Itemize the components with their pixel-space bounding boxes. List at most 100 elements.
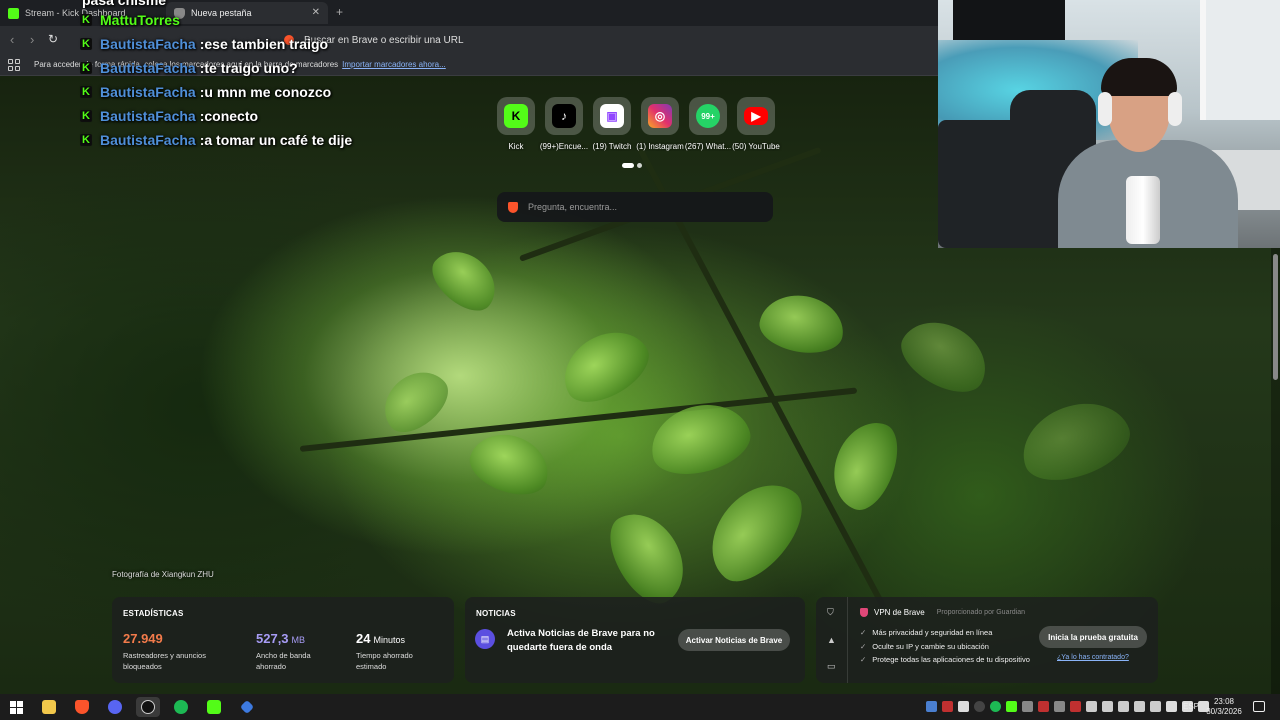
kick-badge-icon: K (80, 38, 92, 50)
windows-start-icon[interactable] (4, 697, 28, 717)
stats-title: ESTADÍSTICAS (123, 609, 184, 618)
search-box[interactable]: Pregunta, encuentra... (497, 192, 773, 222)
kick-badge-icon: K (80, 110, 92, 122)
check-icon: ✓ (860, 641, 867, 651)
stream-chat-overlay: pasa chisme K MattuTorres K BautistaFach… (80, 0, 352, 152)
chat-message: K BautistaFacha : ese tambien traigo (80, 32, 352, 56)
twitch-icon: ▣ (600, 104, 624, 128)
tray-app-icon[interactable] (1150, 701, 1161, 712)
spotify-tray-icon[interactable] (990, 701, 1001, 712)
file-explorer-icon[interactable] (37, 697, 61, 717)
kick-badge-icon: K (80, 62, 92, 74)
chat-text: ese tambien traigo (204, 36, 329, 52)
app-icon[interactable] (235, 697, 259, 717)
shortcut-twitch[interactable]: ▣ (19) Twitch (592, 97, 632, 151)
chat-text: a tomar un café te dije (204, 132, 353, 148)
vpn-feature-text: Más privacidad y seguridad en línea (872, 628, 993, 637)
chat-text: te traigo uno? (204, 60, 298, 76)
chat-message: K BautistaFacha : a tomar un café te dij… (80, 128, 352, 152)
webcam-overlay (938, 0, 1280, 248)
chat-username: BautistaFacha (100, 132, 196, 148)
news-title: NOTICIAS (476, 609, 516, 618)
chat-message: K BautistaFacha : conecto (80, 104, 352, 128)
time-label: Tiempo ahorrado (356, 651, 413, 660)
check-icon: ✓ (860, 655, 867, 664)
notification-icon[interactable] (1253, 701, 1265, 712)
shortcut-youtube[interactable]: ▶ (50) YouTube (732, 97, 780, 151)
kick-badge-icon: K (80, 134, 92, 146)
chat-message: K BautistaFacha : te traigo uno? (80, 56, 352, 80)
apps-grid-icon[interactable] (8, 58, 20, 71)
back-icon[interactable]: ‹ (10, 32, 14, 47)
vpn-header: VPN de Brave Proporcionado por Guardian (860, 608, 1025, 617)
time-stat: 24 Minutos Tiempo ahorrado estimado (356, 631, 413, 672)
bluetooth-icon[interactable] (926, 701, 937, 712)
chat-username: BautistaFacha (100, 108, 196, 124)
tray-app-icon[interactable] (1070, 701, 1081, 712)
kick-badge-icon: K (80, 14, 92, 26)
tray-app-icon[interactable] (1022, 701, 1033, 712)
top-sites: K Kick ♪ (99+)Encue... ▣ (19) Twitch ◎ (… (496, 97, 780, 151)
start-trial-button[interactable]: Inicia la prueba gratuita (1039, 626, 1147, 648)
shield-icon[interactable]: ⛉ (827, 607, 834, 618)
chat-text: pasa chisme (82, 0, 167, 8)
shortcut-whatsapp[interactable]: 99+ (267) What... (685, 97, 731, 151)
youtube-icon: ▶ (744, 107, 768, 125)
obs-icon[interactable] (136, 697, 160, 717)
shortcut-page-dots[interactable] (622, 163, 642, 168)
kick-app-icon[interactable] (202, 697, 226, 717)
shortcut-tiktok[interactable]: ♪ (99+)Encue... (540, 97, 588, 151)
language-indicator[interactable]: ESP (1183, 702, 1199, 711)
bandwidth-label-2: ahorrado (256, 662, 287, 671)
chat-message: K BautistaFacha : u mnn me conozco (80, 80, 352, 104)
card-icon[interactable]: ▭ (827, 661, 836, 672)
network-icon[interactable] (1166, 701, 1177, 712)
tray-app-icon[interactable] (1134, 701, 1145, 712)
microphone-icon[interactable] (958, 701, 969, 712)
bandwidth-unit: MB (291, 635, 306, 645)
brave-browser-icon[interactable] (70, 697, 94, 717)
clock[interactable]: 23:08 30/3/2026 (1204, 697, 1244, 717)
chat-message: pasa chisme (80, 0, 352, 8)
news-text: Activa Noticias de Brave para no quedart… (507, 628, 655, 653)
chat-username: BautistaFacha (100, 84, 196, 100)
shortcut-kick[interactable]: K Kick (496, 97, 536, 151)
taskbar: ESP 23:08 30/3/2026 (0, 694, 1280, 720)
system-tray (926, 701, 1209, 712)
tray-app-icon[interactable] (1102, 701, 1113, 712)
vpn-feature-text: Protege todas las aplicaciones de tu dis… (872, 655, 1030, 664)
already-subscribed-link[interactable]: ¿Ya lo has contratado? (1057, 654, 1129, 661)
tray-app-icon[interactable] (1038, 701, 1049, 712)
instagram-icon: ◎ (648, 104, 672, 128)
activate-news-button[interactable]: Activar Noticias de Brave (678, 629, 790, 651)
vpn-feature: ✓ Protege todas las aplicaciones de tu di… (860, 653, 1030, 667)
vpn-triangle-icon[interactable]: ▲ (827, 635, 836, 645)
tray-app-icon[interactable] (942, 701, 953, 712)
time-unit: Minutos (373, 635, 405, 645)
obs-tray-icon[interactable] (974, 701, 985, 712)
discord-icon[interactable] (103, 697, 127, 717)
shortcut-label: (1) Instagram (636, 142, 684, 151)
kick-icon: K (504, 104, 528, 128)
trackers-label-2: bloqueados (123, 662, 162, 671)
import-bookmarks-link[interactable]: Importar marcadores ahora... (342, 60, 446, 69)
widget-switcher: ⛉ ▲ ▭ (816, 597, 848, 683)
bandwidth-value: 527,3 (256, 631, 289, 646)
tray-app-icon[interactable] (1086, 701, 1097, 712)
scrollbar[interactable] (1271, 248, 1280, 694)
kick-icon (8, 7, 19, 19)
kick-badge-icon: K (80, 86, 92, 98)
reload-icon[interactable]: ↻ (48, 32, 58, 46)
shortcut-instagram[interactable]: ◎ (1) Instagram (636, 97, 684, 151)
address-bar[interactable]: Buscar en Brave o escribir una URL (280, 30, 920, 50)
vpn-features: ✓ Más privacidad y seguridad en línea ✓ Oc… (860, 626, 1030, 667)
tray-app-icon[interactable] (1054, 701, 1065, 712)
shortcut-label: (99+)Encue... (539, 142, 589, 151)
time-value: 24 (356, 631, 371, 646)
tray-app-icon[interactable] (1118, 701, 1129, 712)
chat-username: BautistaFacha (100, 60, 196, 76)
forward-icon[interactable]: › (30, 32, 34, 47)
kick-tray-icon[interactable] (1006, 701, 1017, 712)
clock-time: 23:08 (1213, 697, 1235, 706)
spotify-icon[interactable] (169, 697, 193, 717)
